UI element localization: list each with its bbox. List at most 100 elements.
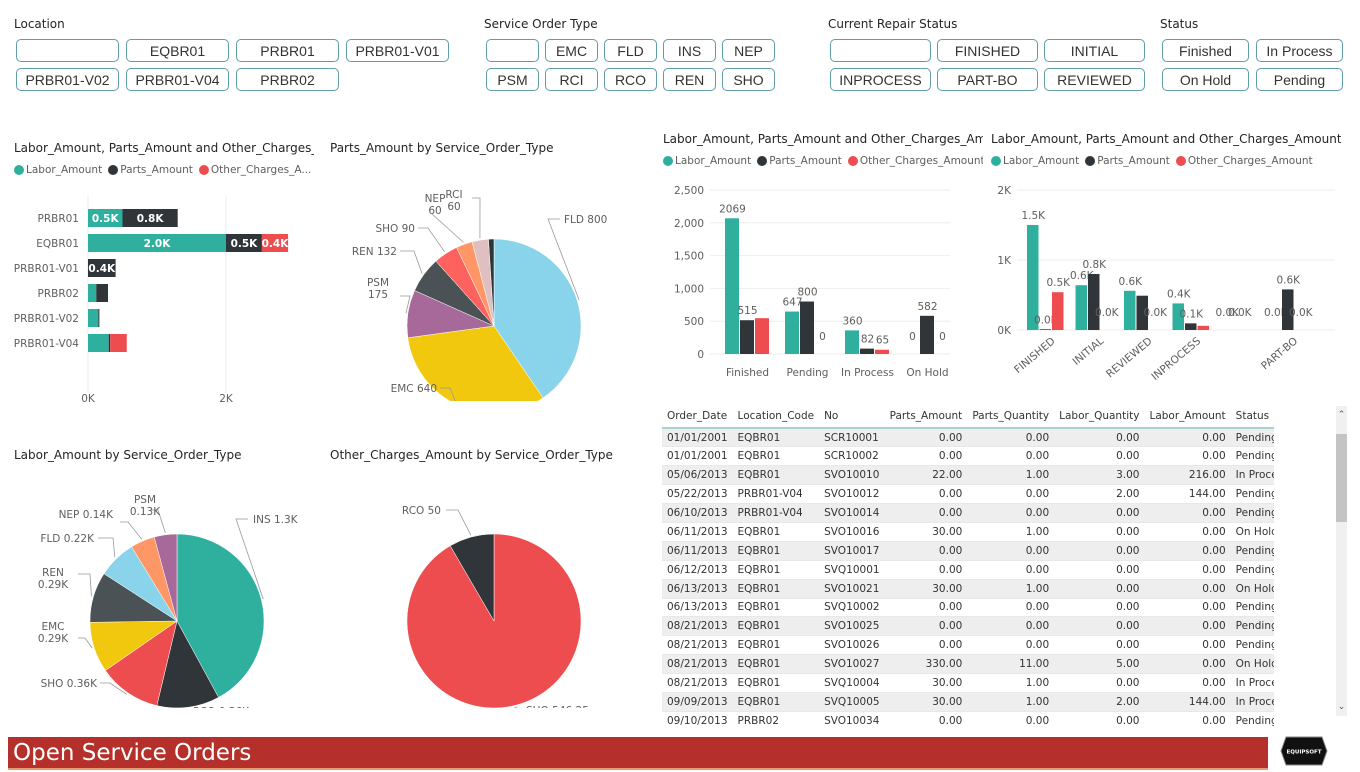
slicer-option-prbr02[interactable]: PRBR02 [236, 68, 339, 91]
table-row[interactable]: 09/09/2013 EQBR01 SVQ10005 30.00 1.00 2.00 144… [662, 692, 1274, 712]
amount-by-status-chart[interactable]: Labor_Amount, Parts_Amount and Other_Cha… [663, 132, 983, 392]
service-orders-table[interactable]: Order_Date Location_Code No Parts_Amount Par… [662, 404, 1274, 730]
cell-labor-amount: 0.00 [1144, 560, 1231, 580]
labor-pie-plot: INS 1.3KRCO 0.36KSHO 0.36KEMC0.29KREN0.2… [38, 494, 299, 708]
amount-by-repair-status-chart[interactable]: Labor_Amount, Parts_Amount and Other_Cha… [991, 132, 1341, 392]
legend-item-labor[interactable]: Labor_Amount [991, 155, 1079, 167]
slicer-option-eqbr01[interactable]: EQBR01 [126, 39, 229, 62]
legend-dot-icon [1175, 156, 1186, 166]
slice-label: INS 1.3K [253, 514, 299, 526]
slicer-option-rci[interactable]: RCI [545, 68, 598, 91]
table-row[interactable]: 08/21/2013 EQBR01 SVO10025 0.00 0.00 0.00 0.00… [662, 616, 1274, 637]
scroll-thumb[interactable] [1336, 434, 1347, 522]
slicer-option-rco[interactable]: RCO [604, 68, 657, 91]
cell-labor-quantity: 0.00 [1054, 446, 1145, 467]
bar-segment-other_charges_amount [110, 334, 127, 352]
table-row[interactable]: 01/01/2001 EQBR01 SCR10001 0.00 0.00 0.00 0.00… [662, 428, 1274, 448]
cell-parts-quantity: 0.00 [967, 560, 1055, 580]
other-charges-by-type-chart[interactable]: Other_Charges_Amount by Service_Order_Ty… [330, 448, 640, 718]
column-header-status[interactable]: Status [1230, 404, 1274, 429]
amount-by-location-chart[interactable]: Labor_Amount, Parts_Amount and Other_Cha… [14, 141, 314, 411]
legend-item-other[interactable]: Other_Charges_Amount [1175, 155, 1313, 167]
slicer-option-ins[interactable]: INS [663, 39, 716, 62]
slicer-option-inprocess[interactable]: INPROCESS [830, 68, 931, 91]
column-header-location-code[interactable]: Location_Code [732, 404, 820, 429]
x-tick-label: REVIEWED [1104, 335, 1155, 380]
cell-labor-quantity: 0.00 [1054, 541, 1145, 561]
table-scrollbar[interactable]: ⌃ ⌄ [1336, 406, 1347, 716]
table-row[interactable]: 05/06/2013 EQBR01 SVO10010 22.00 1.00 3.00 216… [662, 465, 1274, 486]
table-row[interactable]: 08/21/2013 EQBR01 SVO10027 330.00 11.00 5.00 0… [662, 654, 1274, 675]
table-row[interactable]: 01/01/2001 EQBR01 SCR10002 0.00 0.00 0.00 0.00… [662, 446, 1274, 467]
cell-labor-quantity: 3.00 [1054, 465, 1145, 486]
table-row[interactable]: 06/13/2013 EQBR01 SVQ10002 0.00 0.00 0.00 0.00… [662, 598, 1274, 618]
legend-item-other[interactable]: Other_Charges_Amount [847, 155, 983, 167]
scroll-down-icon[interactable]: ⌄ [1336, 702, 1347, 712]
slicer-option-fld[interactable]: FLD [604, 39, 657, 62]
slicer-option-emc[interactable]: EMC [545, 39, 598, 62]
table-row[interactable]: 06/13/2013 EQBR01 SVO10021 30.00 1.00 0.00 0.0… [662, 579, 1274, 599]
column-header-parts-quantity[interactable]: Parts_Quantity [967, 404, 1055, 429]
slicer-option-ren[interactable]: REN [663, 68, 716, 91]
slicer-option-finished[interactable]: FINISHED [937, 39, 1038, 62]
y-tick-label: 0 [697, 349, 704, 361]
slicer-option-psm[interactable]: PSM [486, 68, 539, 91]
slicer-option-blank[interactable] [16, 39, 119, 62]
slicer-option-prbr01-v04[interactable]: PRBR01-V04 [126, 68, 229, 91]
cell-location-code: EQBR01 [732, 446, 820, 467]
cell-status: Pending [1230, 428, 1274, 448]
parts-by-type-chart[interactable]: Parts_Amount by Service_Order_Type FLD 8… [330, 141, 640, 411]
column-header-no[interactable]: No [819, 404, 885, 429]
cell-status: Pending [1230, 711, 1274, 730]
labor-by-type-chart[interactable]: Labor_Amount by Service_Order_Type INS 1… [14, 448, 324, 718]
cell-parts-amount: 0.00 [884, 503, 968, 523]
legend-item-parts[interactable]: Parts_Amount [757, 155, 842, 167]
legend-item-parts[interactable]: Parts_Amount [108, 164, 193, 176]
slicer-option-prbr01-v01[interactable]: PRBR01-V01 [346, 39, 449, 62]
table-row[interactable]: 06/11/2013 EQBR01 SVO10016 30.00 1.00 0.00 0.0… [662, 522, 1274, 542]
slicer-option-part-bo[interactable]: PART-BO [937, 68, 1038, 91]
cell-order-date: 09/09/2013 [662, 692, 733, 712]
legend-label: Labor_Amount [675, 155, 752, 167]
cell-location-code: EQBR01 [732, 673, 820, 693]
column-header-labor-quantity[interactable]: Labor_Quantity [1054, 404, 1145, 429]
cell-status: In Process [1230, 673, 1274, 693]
table-row[interactable]: 08/21/2013 EQBR01 SVQ10004 30.00 1.00 0.00 0.0… [662, 673, 1274, 693]
slicer-option-on-hold[interactable]: On Hold [1162, 68, 1249, 91]
slicer-option-nep[interactable]: NEP [722, 39, 775, 62]
table-row[interactable]: 06/12/2013 EQBR01 SVQ10001 0.00 0.00 0.00 0.00… [662, 560, 1274, 580]
slicer-option-prbr01[interactable]: PRBR01 [236, 39, 339, 62]
slicer-option-prbr01-v02[interactable]: PRBR01-V02 [16, 68, 119, 91]
table-row[interactable]: 06/11/2013 EQBR01 SVO10017 0.00 0.00 0.00 0.00… [662, 541, 1274, 561]
slicer-option-initial[interactable]: INITIAL [1044, 39, 1145, 62]
column-header-parts-amount[interactable]: Parts_Amount [884, 404, 968, 429]
slicer-option-finished[interactable]: Finished [1162, 39, 1249, 62]
bar-segment-parts_amount [108, 334, 111, 352]
table-row[interactable]: 08/21/2013 EQBR01 SVO10026 0.00 0.00 0.00 0.00… [662, 635, 1274, 656]
column-header-order-date[interactable]: Order_Date [662, 404, 733, 429]
cell-no: SVO10012 [819, 484, 885, 505]
service-order-type-slicer-title: Service Order Type [484, 17, 598, 31]
table-row[interactable]: 06/10/2013 PRBR01-V04 SVO10014 0.00 0.00 0.00… [662, 503, 1274, 523]
legend-item-parts[interactable]: Parts_Amount [1085, 155, 1170, 167]
legend-item-labor[interactable]: Labor_Amount [663, 155, 751, 167]
slicer-option-blank[interactable] [830, 39, 931, 62]
slicer-option-pending[interactable]: Pending [1256, 68, 1343, 91]
scroll-up-icon[interactable]: ⌃ [1336, 410, 1347, 420]
table-row[interactable]: 05/22/2013 PRBR01-V04 SVO10012 0.00 0.00 2.00… [662, 484, 1274, 505]
data-label: 0.4K [1167, 288, 1192, 300]
legend-label: Other_Charges_A... [210, 164, 312, 176]
slicer-option-in-process[interactable]: In Process [1256, 39, 1343, 62]
slicer-option-reviewed[interactable]: REVIEWED [1044, 68, 1145, 91]
slicer-option-blank[interactable] [486, 39, 539, 62]
column-header-labor-amount[interactable]: Labor_Amount [1144, 404, 1231, 429]
bar-parts_amount [1088, 274, 1100, 330]
slice-label: 60 [447, 201, 460, 213]
cell-location-code: EQBR01 [732, 635, 820, 656]
bar-segment-labor_amount [88, 309, 99, 327]
leader-line [418, 227, 445, 253]
legend-item-labor[interactable]: Labor_Amount [14, 164, 102, 176]
slicer-option-sho[interactable]: SHO [722, 68, 775, 91]
legend-item-other[interactable]: Other_Charges_A... [198, 164, 312, 176]
table-row[interactable]: 09/10/2013 PRBR02 SVO10034 0.00 0.00 0.00 0.00… [662, 711, 1274, 730]
